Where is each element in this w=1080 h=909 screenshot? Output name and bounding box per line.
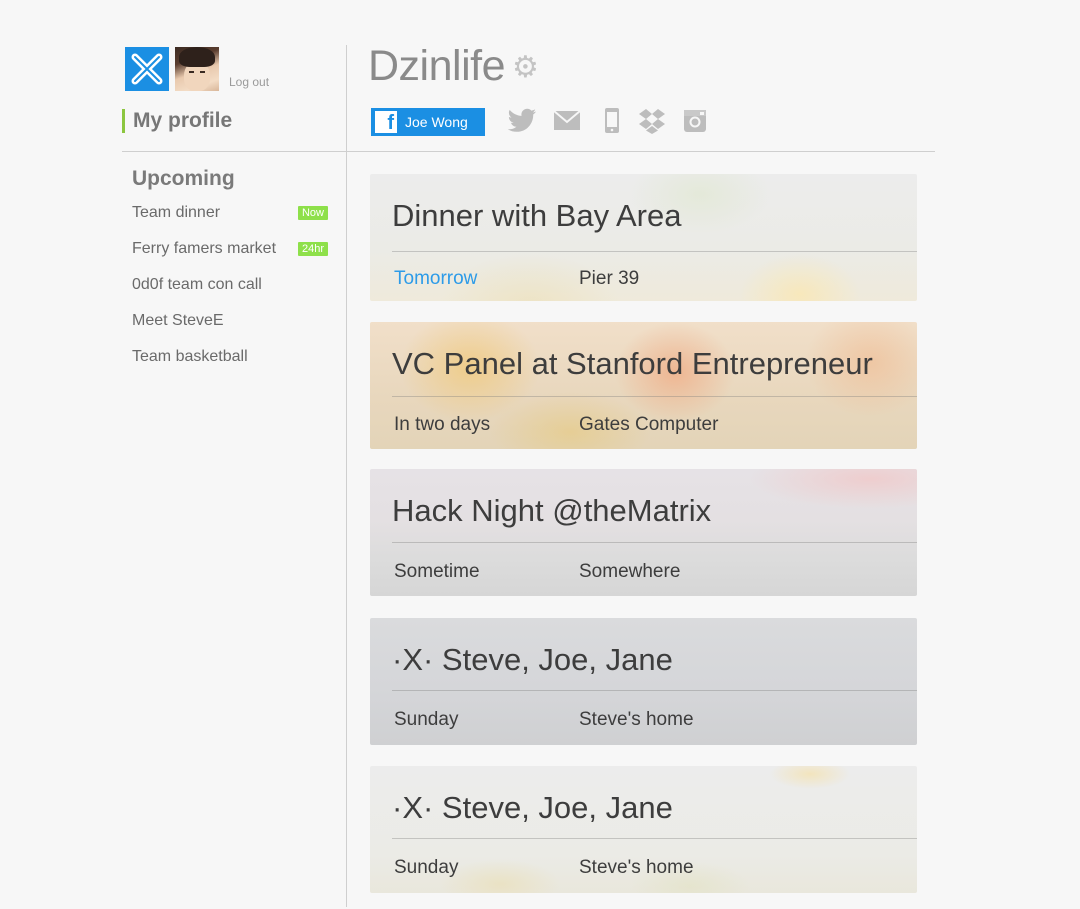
divider xyxy=(392,251,917,252)
upcoming-list: Team dinner Now Ferry famers market 24hr… xyxy=(132,204,328,384)
event-title: VC Panel at Stanford Entrepreneur xyxy=(392,346,873,381)
mail-icon[interactable] xyxy=(553,107,581,135)
x-logo-icon xyxy=(131,53,163,85)
brand-logo[interactable] xyxy=(125,47,169,91)
event-card[interactable]: Dinner with Bay Area Tomorrow Pier 39 xyxy=(370,174,917,301)
divider xyxy=(392,542,917,543)
upcoming-item[interactable]: Meet SteveE xyxy=(132,312,328,348)
status-badge: Now xyxy=(297,206,328,220)
upcoming-heading: Upcoming xyxy=(132,167,235,190)
upcoming-item-label: Team basketball xyxy=(132,348,248,365)
event-card[interactable]: ·X· Steve, Joe, Jane Sunday Steve's home xyxy=(370,618,917,745)
event-location: Steve's home xyxy=(579,709,694,730)
facebook-account-name: Joe Wong xyxy=(405,114,468,130)
event-time: Tomorrow xyxy=(394,268,478,289)
upcoming-item[interactable]: Team basketball xyxy=(132,348,328,384)
twitter-icon[interactable] xyxy=(507,107,537,135)
event-location: Gates Computer xyxy=(579,414,719,435)
event-time: Sunday xyxy=(394,857,459,878)
phone-icon[interactable] xyxy=(603,107,621,135)
event-location: Somewhere xyxy=(579,561,681,582)
upcoming-item-label: Meet SteveE xyxy=(132,312,224,329)
logout-link[interactable]: Log out xyxy=(229,75,269,89)
my-profile-link[interactable]: My profile xyxy=(122,109,232,133)
upcoming-item-label: 0d0f team con call xyxy=(132,276,262,293)
event-location: Steve's home xyxy=(579,857,694,878)
gear-icon[interactable]: ⚙ xyxy=(512,53,539,83)
column-divider xyxy=(346,45,347,907)
instagram-icon[interactable] xyxy=(683,107,708,135)
upcoming-item[interactable]: Team dinner Now xyxy=(132,204,328,240)
event-card[interactable]: ·X· Steve, Joe, Jane Sunday Steve's home xyxy=(370,766,917,893)
event-title: Hack Night @theMatrix xyxy=(392,493,712,528)
avatar[interactable] xyxy=(175,47,219,91)
event-time: Sunday xyxy=(394,709,459,730)
upcoming-item-label: Ferry famers market xyxy=(132,240,277,257)
event-title: Dinner with Bay Area xyxy=(392,198,682,233)
event-title: ·X· Steve, Joe, Jane xyxy=(392,642,673,677)
facebook-account-button[interactable]: f Joe Wong xyxy=(371,108,485,136)
event-location: Pier 39 xyxy=(579,268,640,289)
upcoming-item[interactable]: 0d0f team con call xyxy=(132,276,328,312)
divider xyxy=(392,838,917,839)
event-time: In two days xyxy=(394,414,491,435)
event-title: ·X· Steve, Joe, Jane xyxy=(392,790,673,825)
event-card[interactable]: Hack Night @theMatrix Sometime Somewhere xyxy=(370,469,917,596)
divider xyxy=(392,690,917,691)
facebook-icon: f xyxy=(375,111,397,133)
header-divider xyxy=(122,151,935,152)
upcoming-item[interactable]: Ferry famers market 24hr xyxy=(132,240,328,276)
event-time: Sometime xyxy=(394,561,480,582)
event-card[interactable]: VC Panel at Stanford Entrepreneur In two… xyxy=(370,322,917,449)
status-badge: 24hr xyxy=(297,242,328,256)
dropbox-icon[interactable] xyxy=(638,107,666,135)
page-title: Dzinlife xyxy=(368,42,506,90)
divider xyxy=(392,396,917,397)
upcoming-item-label: Team dinner xyxy=(132,204,221,221)
